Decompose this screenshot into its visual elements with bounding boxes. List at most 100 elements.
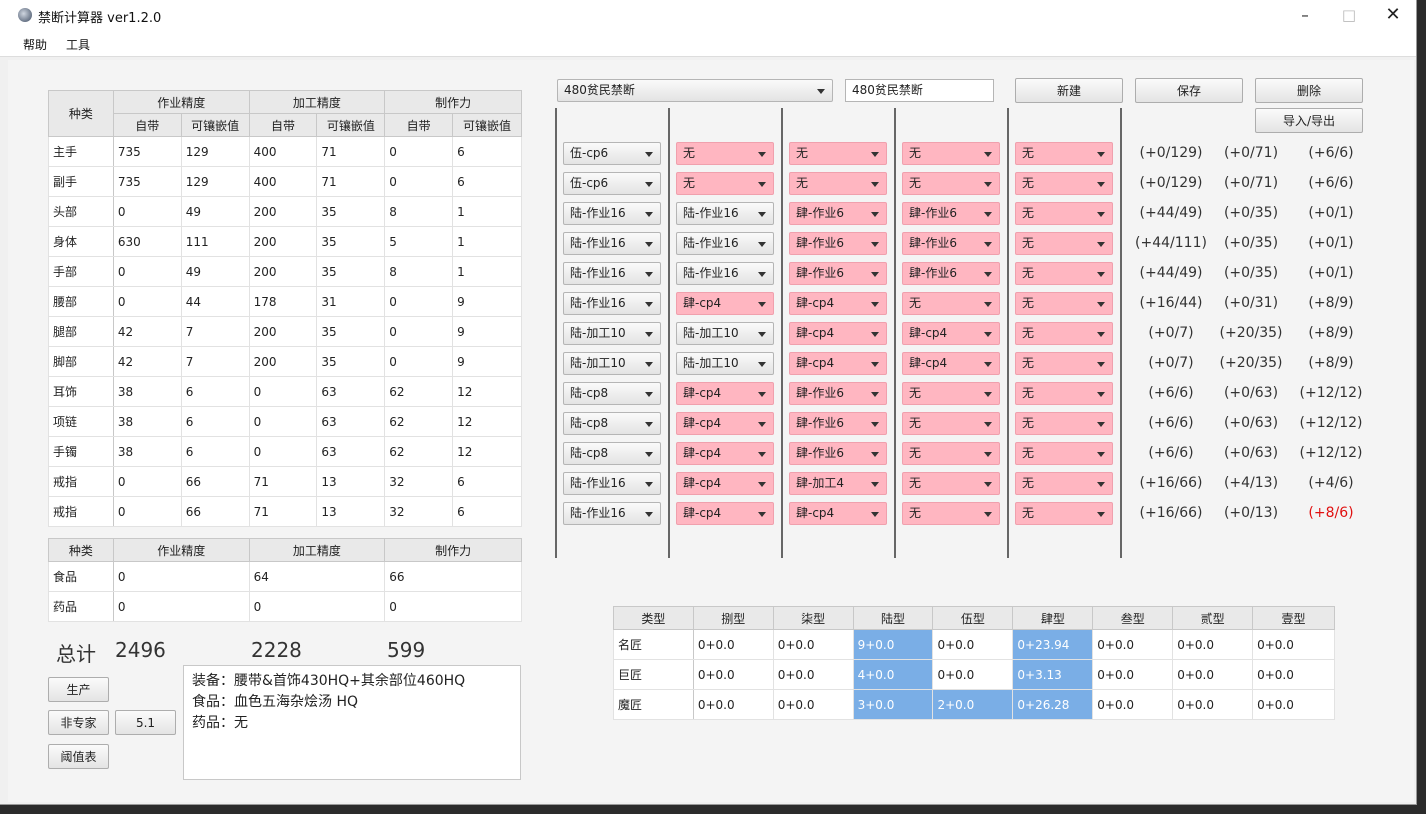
materia-select[interactable]: 肆-cp4: [789, 352, 887, 375]
menu-tools[interactable]: 工具: [66, 36, 90, 53]
materia-select[interactable]: 陆-加工10: [676, 352, 774, 375]
materia-select[interactable]: 肆-作业6: [789, 262, 887, 285]
cell-value[interactable]: 66: [180, 466, 250, 497]
materia-select[interactable]: 陆-作业16: [563, 202, 661, 225]
cell-value[interactable]: 35: [316, 346, 386, 377]
materia-select[interactable]: 无: [789, 172, 887, 195]
materia-select[interactable]: 肆-cp4: [676, 472, 774, 495]
cell-value[interactable]: 630: [112, 226, 182, 257]
cell-value[interactable]: 49: [180, 256, 250, 287]
cell-value[interactable]: 63: [316, 406, 386, 437]
materia-select[interactable]: 肆-作业6: [902, 262, 1000, 285]
minimize-icon[interactable]: –: [1282, 0, 1328, 30]
materia-select[interactable]: 伍-cp6: [563, 172, 661, 195]
materia-select[interactable]: 肆-加工4: [789, 472, 887, 495]
materia-select[interactable]: 无: [1015, 142, 1113, 165]
materia-select[interactable]: 陆-cp8: [563, 382, 661, 405]
cell-value[interactable]: 0: [384, 166, 454, 197]
materia-select[interactable]: 肆-作业6: [789, 442, 887, 465]
materia-select[interactable]: 无: [1015, 322, 1113, 345]
materia-select[interactable]: 肆-cp4: [789, 502, 887, 525]
materia-select[interactable]: 无: [902, 502, 1000, 525]
materia-select[interactable]: 无: [1015, 292, 1113, 315]
cell-value[interactable]: 200: [248, 256, 318, 287]
cell-value[interactable]: 0: [384, 316, 454, 347]
cell-value[interactable]: 66: [384, 561, 522, 592]
cell-value[interactable]: 735: [112, 166, 182, 197]
cell-value[interactable]: 35: [316, 226, 386, 257]
materia-select[interactable]: 肆-cp4: [789, 322, 887, 345]
materia-select[interactable]: 陆-作业16: [563, 502, 661, 525]
cell-value[interactable]: 71: [248, 496, 318, 527]
materia-select[interactable]: 无: [1015, 352, 1113, 375]
materia-select[interactable]: 陆-作业16: [563, 232, 661, 255]
materia-select[interactable]: 陆-作业16: [676, 232, 774, 255]
materia-select[interactable]: 无: [902, 442, 1000, 465]
cell-value[interactable]: 35: [316, 256, 386, 287]
cell-value[interactable]: 38: [112, 406, 182, 437]
cell-value[interactable]: 0: [248, 376, 318, 407]
materia-select[interactable]: 无: [1015, 232, 1113, 255]
materia-select[interactable]: 陆-作业16: [563, 292, 661, 315]
cell-value[interactable]: 6: [452, 166, 522, 197]
non-expert-button[interactable]: 非专家: [48, 710, 109, 735]
cell-value[interactable]: 8: [384, 196, 454, 227]
materia-select[interactable]: 陆-加工10: [563, 352, 661, 375]
materia-select[interactable]: 肆-作业6: [789, 382, 887, 405]
materia-select[interactable]: 陆-cp8: [563, 412, 661, 435]
materia-select[interactable]: 肆-作业6: [902, 232, 1000, 255]
cell-value[interactable]: 62: [384, 436, 454, 467]
cell-value[interactable]: 42: [112, 316, 182, 347]
materia-select[interactable]: 无: [902, 412, 1000, 435]
materia-select[interactable]: 无: [1015, 202, 1113, 225]
cell-value[interactable]: 200: [248, 346, 318, 377]
materia-select[interactable]: 肆-cp4: [789, 292, 887, 315]
cell-value[interactable]: 111: [180, 226, 250, 257]
materia-select[interactable]: 陆-加工10: [563, 322, 661, 345]
cell-value[interactable]: 9: [452, 346, 522, 377]
cell-value[interactable]: 0: [248, 406, 318, 437]
cell-value[interactable]: 71: [316, 166, 386, 197]
cell-value[interactable]: 0: [112, 256, 182, 287]
materia-select[interactable]: 无: [676, 172, 774, 195]
materia-select[interactable]: 陆-作业16: [563, 262, 661, 285]
close-icon[interactable]: ✕: [1370, 0, 1416, 30]
materia-select[interactable]: 肆-cp4: [676, 292, 774, 315]
cell-value[interactable]: 12: [452, 406, 522, 437]
cell-value[interactable]: 31: [316, 286, 386, 317]
maximize-icon[interactable]: □: [1326, 0, 1372, 30]
materia-select[interactable]: 肆-cp4: [902, 352, 1000, 375]
cell-value[interactable]: 0: [248, 591, 386, 622]
cell-value[interactable]: 0: [112, 286, 182, 317]
materia-select[interactable]: 无: [902, 472, 1000, 495]
cell-value[interactable]: 1: [452, 256, 522, 287]
cell-value[interactable]: 71: [248, 466, 318, 497]
cell-value[interactable]: 400: [248, 136, 318, 167]
cell-value[interactable]: 64: [248, 561, 386, 592]
cell-value[interactable]: 0: [112, 561, 250, 592]
cell-value[interactable]: 6: [452, 496, 522, 527]
cell-value[interactable]: 178: [248, 286, 318, 317]
cell-value[interactable]: 400: [248, 166, 318, 197]
cell-value[interactable]: 12: [452, 376, 522, 407]
cell-value[interactable]: 0: [384, 346, 454, 377]
cell-value[interactable]: 0: [112, 466, 182, 497]
materia-select[interactable]: 无: [1015, 172, 1113, 195]
materia-select[interactable]: 无: [1015, 502, 1113, 525]
delete-button[interactable]: 删除: [1255, 78, 1363, 103]
materia-select[interactable]: 无: [902, 142, 1000, 165]
cell-value[interactable]: 1: [452, 226, 522, 257]
cell-value[interactable]: 66: [180, 496, 250, 527]
cell-value[interactable]: 200: [248, 196, 318, 227]
cell-value[interactable]: 0: [112, 496, 182, 527]
save-button[interactable]: 保存: [1135, 78, 1243, 103]
cell-value[interactable]: 7: [180, 316, 250, 347]
version-button[interactable]: 5.1: [115, 710, 176, 735]
cell-value[interactable]: 42: [112, 346, 182, 377]
cell-value[interactable]: 44: [180, 286, 250, 317]
cell-value[interactable]: 735: [112, 136, 182, 167]
materia-select[interactable]: 无: [1015, 442, 1113, 465]
cell-value[interactable]: 62: [384, 406, 454, 437]
materia-select[interactable]: 肆-cp4: [676, 502, 774, 525]
cell-value[interactable]: 0: [384, 286, 454, 317]
